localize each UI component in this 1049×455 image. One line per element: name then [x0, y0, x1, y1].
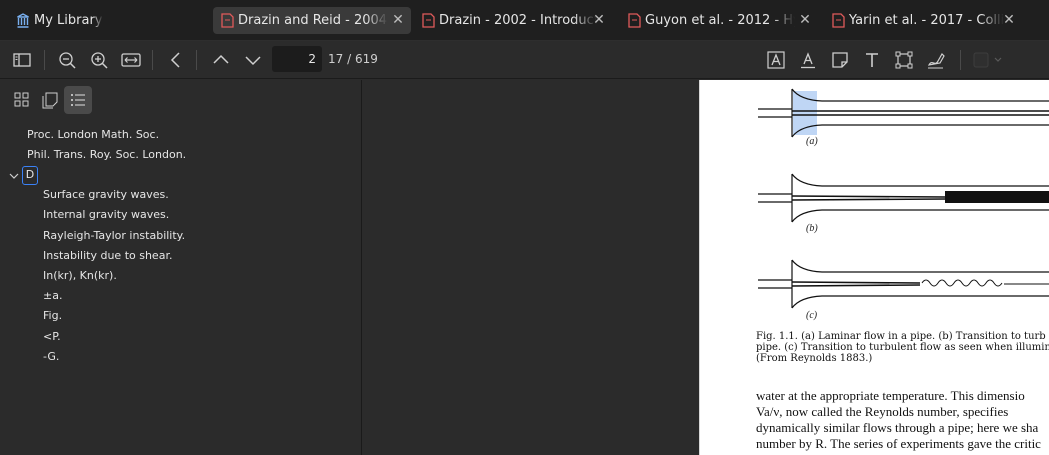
note-icon[interactable] — [829, 49, 851, 71]
figure-c-pipe — [758, 259, 1049, 309]
toggle-sidebar-icon[interactable] — [11, 49, 33, 71]
outline-item[interactable]: Instability due to shear. — [43, 249, 172, 262]
tab-my-library[interactable]: My Library — [8, 7, 118, 34]
fit-width-icon[interactable] — [120, 49, 142, 71]
toolbar-divider — [960, 50, 961, 70]
page-number-input[interactable]: 2 — [272, 46, 322, 72]
pdf-icon — [221, 13, 234, 28]
body-line: number by R. The series of experiments g… — [756, 436, 1041, 451]
tab-drazin-2002[interactable]: Drazin - 2002 - Introduction to hydrodyn… — [414, 7, 612, 34]
tab-label: Drazin - 2002 - Introduction to hydrodyn… — [439, 13, 597, 28]
body-text: water at the appropriate temperature. Th… — [756, 388, 1041, 452]
tab-bar: My Library Drazin and Reid - 2004 - Hydr… — [0, 0, 1049, 41]
annotations-view-button[interactable] — [36, 86, 64, 114]
next-page-icon[interactable] — [242, 49, 264, 71]
close-tab-icon[interactable]: ✕ — [798, 12, 812, 28]
toolbar-divider — [196, 50, 197, 70]
pdf-icon — [628, 13, 641, 28]
outline-item[interactable]: Phil. Trans. Roy. Soc. London. — [27, 148, 186, 161]
close-tab-icon[interactable]: ✕ — [391, 12, 405, 28]
zoom-in-icon[interactable] — [88, 49, 110, 71]
outline-item[interactable]: ±a. — [43, 289, 62, 302]
select-area-icon[interactable] — [893, 49, 915, 71]
reader-toolbar — [0, 41, 1049, 79]
previous-page-icon[interactable] — [210, 49, 232, 71]
pdf-page[interactable]: (a) (b) (c) Fig. 1.1. (a) Laminar flow i… — [699, 80, 1049, 455]
outline-item[interactable]: -G. — [43, 350, 59, 363]
tab-label: Yarin et al. - 2017 - Collision phenomen… — [849, 13, 1004, 28]
document-viewer[interactable]: (a) (b) (c) Fig. 1.1. (a) Laminar flow i… — [363, 80, 1049, 455]
caption-line: (From Reynolds 1883.) — [756, 353, 873, 364]
outline-item[interactable]: Rayleigh-Taylor instability. — [43, 229, 185, 242]
highlight-text-icon[interactable] — [765, 49, 787, 71]
caption-line: Fig. 1.1. (a) Laminar flow in a pipe. (b… — [756, 331, 1046, 342]
pipe-flow-figure — [758, 88, 1049, 309]
body-line: Va/ν, now called the Reynolds number, sp… — [756, 404, 1009, 419]
zoom-out-icon[interactable] — [56, 49, 78, 71]
outline-item-selected[interactable]: D — [22, 166, 38, 185]
tab-yarin-2017[interactable]: Yarin et al. - 2017 - Collision phenomen… — [824, 7, 1022, 34]
outline-item[interactable]: <P. — [43, 330, 61, 343]
figure-b-pipe — [758, 173, 1049, 223]
sidebar: Proc. London Math. Soc. Phil. Trans. Roy… — [0, 80, 362, 455]
thumbnails-view-button[interactable] — [8, 86, 36, 114]
outline-item[interactable]: Proc. London Math. Soc. — [27, 128, 159, 141]
figure-label-a: (a) — [806, 136, 818, 147]
back-icon[interactable] — [165, 49, 187, 71]
body-line: dynamically similar flows through a pipe… — [756, 420, 1039, 435]
page-count: 17 / 619 — [328, 52, 378, 66]
outline-item[interactable]: Internal gravity waves. — [43, 208, 169, 221]
chevron-down-icon[interactable] — [9, 171, 19, 181]
grid-icon — [14, 92, 29, 107]
caption-line: pipe. (c) Transition to turbulent flow a… — [756, 342, 1049, 353]
figure-label-b: (b) — [806, 223, 818, 234]
draw-icon[interactable] — [925, 49, 947, 71]
tab-drazin-reid-2004[interactable]: Drazin and Reid - 2004 - Hydrodynamic st… — [213, 7, 411, 34]
body-line: water at the appropriate temperature. Th… — [756, 388, 1025, 403]
list-icon — [71, 94, 85, 106]
underline-text-icon[interactable] — [797, 49, 819, 71]
library-icon — [17, 13, 29, 28]
toolbar-divider — [152, 50, 153, 70]
text-box-icon[interactable] — [861, 49, 883, 71]
close-tab-icon[interactable]: ✕ — [592, 12, 606, 28]
tab-guyon-2012[interactable]: Guyon et al. - 2012 - Hydrodynamique phy… — [620, 7, 818, 34]
outline-item[interactable]: Fig. — [43, 309, 62, 322]
figure-label-c: (c) — [806, 310, 818, 321]
outline-item[interactable]: Surface gravity waves. — [43, 188, 169, 201]
annotations-icon — [42, 92, 58, 109]
pdf-icon — [422, 13, 435, 28]
tab-label: Drazin and Reid - 2004 - Hydrodynamic st… — [238, 13, 388, 28]
outline-view-button[interactable] — [64, 86, 92, 114]
tab-label: Guyon et al. - 2012 - Hydrodynamique phy… — [645, 13, 795, 28]
color-picker-icon[interactable] — [972, 49, 1006, 71]
figure-caption: Fig. 1.1. (a) Laminar flow in a pipe. (b… — [756, 331, 1049, 364]
pdf-icon — [832, 13, 845, 28]
close-tab-icon[interactable]: ✕ — [1002, 12, 1016, 28]
toolbar-divider — [44, 50, 45, 70]
tab-label: My Library — [34, 13, 103, 28]
outline-item[interactable]: In(kr), Kn(kr). — [43, 269, 117, 282]
